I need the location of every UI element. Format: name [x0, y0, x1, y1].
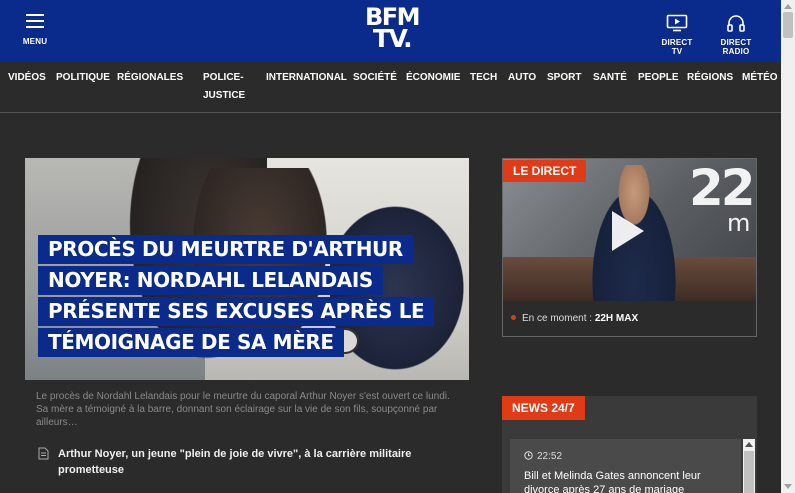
- hero-headline[interactable]: PROCÈS DU MEURTRE D'ARTHUR NOYER: NORDAH…: [38, 234, 435, 358]
- nav-item-sport[interactable]: SPORT: [547, 69, 581, 87]
- hero-description: Le procès de Nordahl Lelandais pour le m…: [36, 391, 450, 428]
- nav-item-police[interactable]: POLICE-: [203, 69, 244, 87]
- now-label: En ce moment :: [522, 313, 593, 324]
- now-playing: En ce moment : 22H MAX: [511, 313, 638, 324]
- nav-item-justice[interactable]: JUSTICE: [203, 87, 245, 105]
- headphones-icon: [727, 15, 745, 32]
- page-scrollbar[interactable]: [781, 0, 795, 493]
- article-icon: [38, 447, 49, 460]
- nav-item-people[interactable]: PEOPLE: [638, 69, 679, 87]
- now-program: 22H MAX: [594, 313, 639, 324]
- news-scrollbar[interactable]: [743, 439, 755, 493]
- nav-item-videos[interactable]: VIDÉOS: [8, 69, 46, 87]
- channel-graphic-suffix: m: [727, 209, 751, 237]
- direct-tv-label: DIRECT TV: [661, 38, 693, 56]
- nav-item-politique[interactable]: POLITIQUE: [56, 69, 110, 87]
- live-dot-icon: [511, 314, 516, 320]
- hamburger-icon: [26, 14, 44, 28]
- menu-label: MENU: [22, 37, 48, 46]
- channel-graphic: 22: [689, 159, 756, 217]
- news-scroll-up-icon[interactable]: [745, 442, 753, 447]
- nav-item-auto[interactable]: AUTO: [508, 69, 536, 87]
- nav-item-meteo[interactable]: MÉTÉO: [742, 69, 778, 87]
- tv-play-icon: [666, 14, 688, 32]
- clock-icon: [524, 451, 533, 460]
- news-time: 22:52: [524, 451, 562, 462]
- logo-line-2: TV.: [372, 24, 413, 53]
- news-tag: NEWS 24/7: [502, 396, 585, 420]
- nav-item-societe[interactable]: SOCIÉTÉ: [353, 69, 397, 87]
- direct-radio-label: DIRECT RADIO: [720, 38, 752, 56]
- direct-tv-button[interactable]: DIRECT TV: [655, 14, 699, 56]
- main-nav: VIDÉOS POLITIQUE RÉGIONALES POLICE- JUST…: [0, 62, 781, 113]
- hero-article-image[interactable]: PROCÈS DU MEURTRE D'ARTHUR NOYER: NORDAH…: [25, 158, 469, 380]
- nav-item-tech[interactable]: TECH: [470, 69, 497, 87]
- related-article-title: Arthur Noyer, un jeune "plein de joie de…: [58, 448, 412, 476]
- site-header: MENU BFM TV. DIRECT TV DIRECT RADIO: [0, 0, 781, 62]
- menu-button[interactable]: MENU: [18, 14, 52, 46]
- play-icon[interactable]: [612, 211, 644, 251]
- scroll-down-arrow-icon[interactable]: [784, 484, 792, 489]
- live-player[interactable]: 22 m LE DIRECT En ce moment : 22H MAX: [502, 158, 757, 337]
- nav-item-sante[interactable]: SANTÉ: [593, 69, 627, 87]
- live-tag: LE DIRECT: [503, 160, 587, 182]
- news-item[interactable]: 22:52 Bill et Melinda Gates annoncent le…: [510, 439, 741, 493]
- hero-headline-text: PROCÈS DU MEURTRE D'ARTHUR NOYER: NORDAH…: [38, 235, 435, 357]
- news-scroll-thumb[interactable]: [744, 451, 754, 493]
- nav-item-international[interactable]: INTERNATIONAL: [266, 69, 347, 87]
- news-time-value: 22:52: [537, 451, 563, 462]
- nav-item-regionales[interactable]: RÉGIONALES: [117, 69, 183, 87]
- bfmtv-logo[interactable]: BFM TV.: [359, 5, 425, 53]
- scroll-up-arrow-icon[interactable]: [784, 4, 792, 9]
- news-ticker: NEWS 24/7 22:52 Bill et Melinda Gates an…: [502, 396, 757, 493]
- scroll-thumb[interactable]: [783, 12, 793, 38]
- nav-item-regions[interactable]: RÉGIONS: [687, 69, 733, 87]
- news-headline: Bill et Melinda Gates annoncent leur div…: [524, 470, 701, 493]
- direct-radio-button[interactable]: DIRECT RADIO: [707, 14, 765, 56]
- nav-item-economie[interactable]: ÉCONOMIE: [406, 69, 460, 87]
